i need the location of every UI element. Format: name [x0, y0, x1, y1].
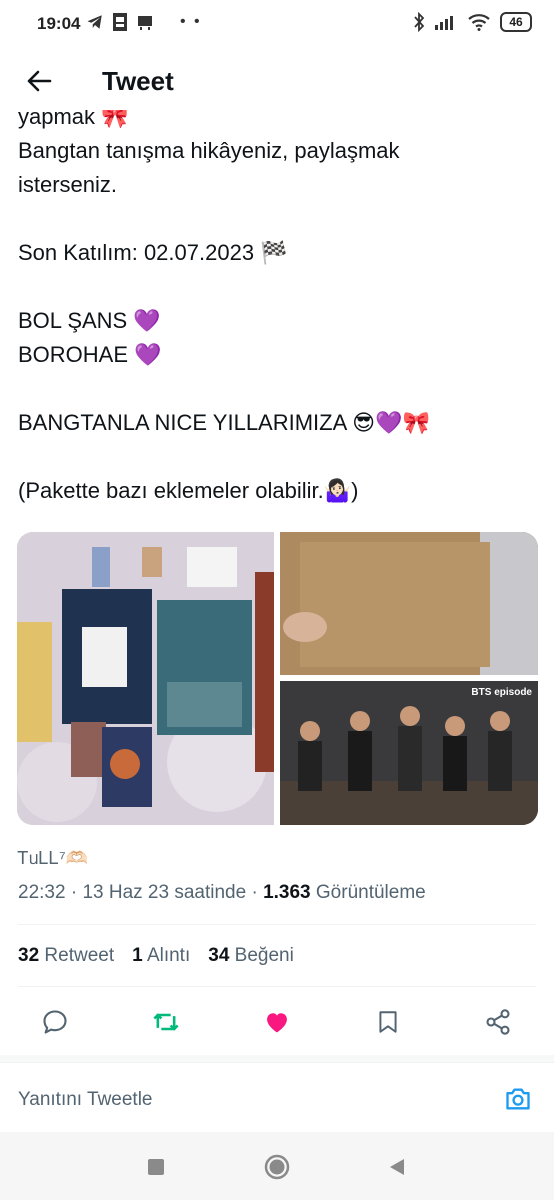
- bluetooth-icon: [414, 12, 425, 32]
- quote-label: Alıntı: [146, 945, 191, 966]
- tweet-time: 22:32: [18, 882, 66, 903]
- arrow-left-icon: [27, 70, 52, 92]
- tweet-detail: yapmak 🎀 Bangtan tanışma hikâyeniz, payl…: [0, 110, 554, 1130]
- status-more-dots: • •: [180, 13, 202, 30]
- triangle-back-icon: [390, 1159, 404, 1175]
- media-gif-bts[interactable]: BTS episode: [280, 681, 538, 825]
- status-right-icons: 46: [413, 12, 532, 32]
- share-button[interactable]: [482, 1006, 514, 1038]
- reply-input[interactable]: Yanıtını Tweetle: [18, 1089, 153, 1111]
- media-photo-box[interactable]: [280, 532, 538, 675]
- tweet-line: Son Katılım: 02.07.2023 🏁: [18, 240, 288, 265]
- like-label: Beğeni: [234, 945, 294, 966]
- tweet-line: BANGTANLA NICE YILLARIMIZA 😎💜🎀: [18, 410, 430, 435]
- tweet-line: (Pakette bazı eklemeler olabilir.🤷🏻‍♀️): [18, 478, 359, 503]
- retweet-label: Retweet: [44, 945, 115, 966]
- books-photo-illustration: [17, 532, 274, 825]
- tweet-text: yapmak 🎀 Bangtan tanışma hikâyeniz, payl…: [18, 110, 538, 508]
- page-title: Tweet: [102, 66, 174, 96]
- wifi-icon: [468, 14, 490, 31]
- tweet-line: isterseniz.: [18, 172, 118, 197]
- share-icon: [486, 1009, 510, 1035]
- square-icon: [148, 1159, 164, 1175]
- meta-separator: ·: [70, 882, 83, 903]
- retweet-count: 32: [18, 945, 40, 966]
- bookmark-icon: [379, 1011, 397, 1033]
- circle-icon: [264, 1154, 290, 1180]
- tweet-line: Bangtan tanışma hikâyeniz, paylaşmak: [18, 138, 400, 163]
- divider: [18, 924, 536, 925]
- home-button[interactable]: [264, 1154, 290, 1180]
- bookmark-button[interactable]: [372, 1006, 404, 1038]
- signal-icon: [435, 16, 453, 30]
- media-watermark: BTS episode: [471, 687, 532, 698]
- quote-count: 1: [132, 945, 143, 966]
- status-bar: 19:04 • • 46: [0, 0, 554, 50]
- reply-composer: Yanıtını Tweetle: [0, 1062, 554, 1132]
- tweet-line: BOL ŞANS 💜: [18, 308, 161, 333]
- divider: [18, 986, 536, 987]
- tweet-line: [18, 202, 538, 236]
- back-nav-button[interactable]: [384, 1154, 410, 1180]
- tweet-stats: 32 Retweet 1 Alıntı 34 Beğeni: [18, 945, 294, 967]
- system-nav-bar: [0, 1132, 554, 1200]
- retweet-button[interactable]: [150, 1006, 182, 1038]
- author-name[interactable]: ᎢᥙᏞᏞ⁷🫶🏻: [18, 848, 88, 869]
- app-header: Tweet: [0, 50, 554, 110]
- like-stat[interactable]: 34 Beğeni: [208, 945, 294, 967]
- meta-separator: ·: [251, 882, 264, 903]
- g-app-icon: [113, 13, 127, 31]
- retweet-stat[interactable]: 32 Retweet: [18, 945, 114, 967]
- box-photo-illustration: [280, 532, 538, 675]
- bts-photo-illustration: [280, 681, 538, 825]
- camera-button[interactable]: [504, 1085, 534, 1115]
- tweet-line: [18, 372, 538, 406]
- camera-icon: [506, 1088, 530, 1110]
- quote-stat[interactable]: 1 Alıntı: [132, 945, 190, 967]
- tweet-line: yapmak 🎀: [18, 110, 129, 129]
- heart-icon: [267, 1013, 287, 1033]
- back-button[interactable]: [22, 64, 56, 98]
- reply-button[interactable]: [39, 1006, 71, 1038]
- status-time: 19:04: [37, 14, 81, 33]
- like-count: 34: [208, 945, 230, 966]
- reply-icon: [43, 1010, 67, 1034]
- tweet-line: [18, 440, 538, 474]
- views-count: 1.363: [263, 882, 311, 903]
- tweet-line: [18, 270, 538, 304]
- media-photo-books[interactable]: [17, 532, 274, 825]
- tweet-actions: [0, 1000, 554, 1044]
- retweet-icon: [153, 1013, 179, 1031]
- tweet-line: BOROHAE 💜: [18, 342, 162, 367]
- tweet-date: 13 Haz 23 saatinde: [82, 882, 247, 903]
- tweet-media-grid: BTS episode: [17, 532, 538, 825]
- store-icon: [138, 16, 152, 30]
- status-left-icons: • •: [86, 12, 202, 32]
- battery-indicator: 46: [500, 12, 532, 32]
- telegram-icon: [87, 15, 102, 29]
- recents-button[interactable]: [143, 1154, 169, 1180]
- views-label: Görüntüleme: [315, 882, 426, 903]
- tweet-meta: 22:32 · 13 Haz 23 saatinde · 1.363 Görün…: [18, 882, 426, 904]
- like-button[interactable]: [261, 1006, 293, 1038]
